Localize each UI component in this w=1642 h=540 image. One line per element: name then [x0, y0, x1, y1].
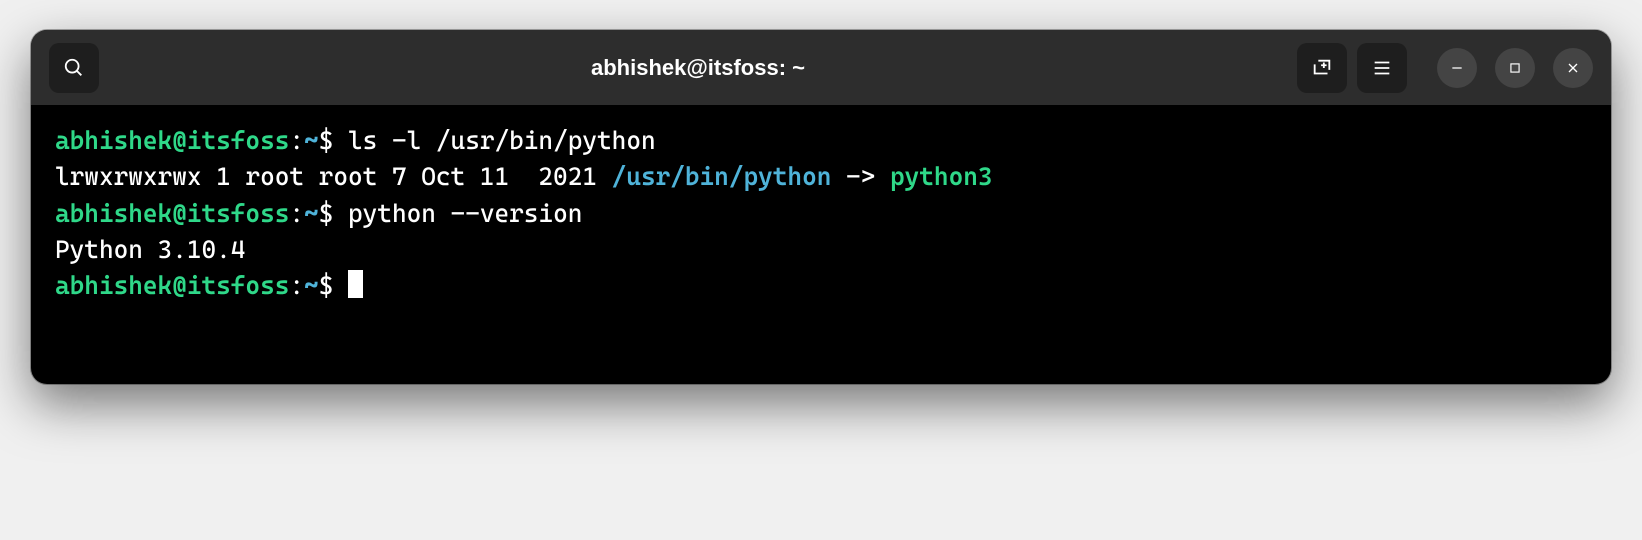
command-text	[333, 199, 348, 228]
minimize-icon	[1449, 60, 1465, 76]
maximize-icon	[1508, 61, 1522, 75]
prompt-path: ~	[304, 126, 319, 155]
symlink-arrow: ->	[831, 162, 890, 191]
new-tab-button[interactable]	[1297, 43, 1347, 93]
prompt-path: ~	[304, 199, 319, 228]
new-tab-icon	[1311, 57, 1333, 79]
close-icon	[1565, 60, 1581, 76]
titlebar-right	[1297, 43, 1593, 93]
terminal-window: abhishek@itsfoss: ~	[31, 30, 1611, 384]
terminal-line: abhishek@itsfoss:~$ python --version	[55, 196, 1587, 232]
output-text: Python 3.10.4	[55, 235, 245, 264]
prompt-dollar: $	[319, 271, 334, 300]
terminal-line: lrwxrwxrwx 1 root root 7 Oct 11 2021 /us…	[55, 159, 1587, 195]
prompt-dollar: $	[319, 199, 334, 228]
titlebar: abhishek@itsfoss: ~	[31, 30, 1611, 105]
search-button[interactable]	[49, 43, 99, 93]
maximize-button[interactable]	[1495, 48, 1535, 88]
command-text	[333, 126, 348, 155]
output-text: lrwxrwxrwx 1 root root 7 Oct 11 2021	[55, 162, 612, 191]
prompt-user-host: abhishek@itsfoss	[55, 271, 289, 300]
prompt-path: ~	[304, 271, 319, 300]
terminal-body[interactable]: abhishek@itsfoss:~$ ls -l /usr/bin/pytho…	[31, 105, 1611, 384]
prompt-dollar: $	[319, 126, 334, 155]
prompt-colon: :	[289, 271, 304, 300]
prompt-colon: :	[289, 126, 304, 155]
terminal-line: abhishek@itsfoss:~$ ls -l /usr/bin/pytho…	[55, 123, 1587, 159]
close-button[interactable]	[1553, 48, 1593, 88]
symlink-path: /usr/bin/python	[612, 162, 832, 191]
minimize-button[interactable]	[1437, 48, 1477, 88]
hamburger-menu-button[interactable]	[1357, 43, 1407, 93]
prompt-user-host: abhishek@itsfoss	[55, 199, 289, 228]
command-text: python --version	[348, 199, 582, 228]
prompt-colon: :	[289, 199, 304, 228]
command-text: ls -l /usr/bin/python	[348, 126, 656, 155]
terminal-line: Python 3.10.4	[55, 232, 1587, 268]
symlink-target: python3	[890, 162, 993, 191]
window-title: abhishek@itsfoss: ~	[109, 55, 1287, 81]
cursor	[348, 270, 363, 298]
search-icon	[63, 57, 85, 79]
terminal-line: abhishek@itsfoss:~$	[55, 268, 1587, 304]
hamburger-icon	[1371, 57, 1393, 79]
prompt-user-host: abhishek@itsfoss	[55, 126, 289, 155]
